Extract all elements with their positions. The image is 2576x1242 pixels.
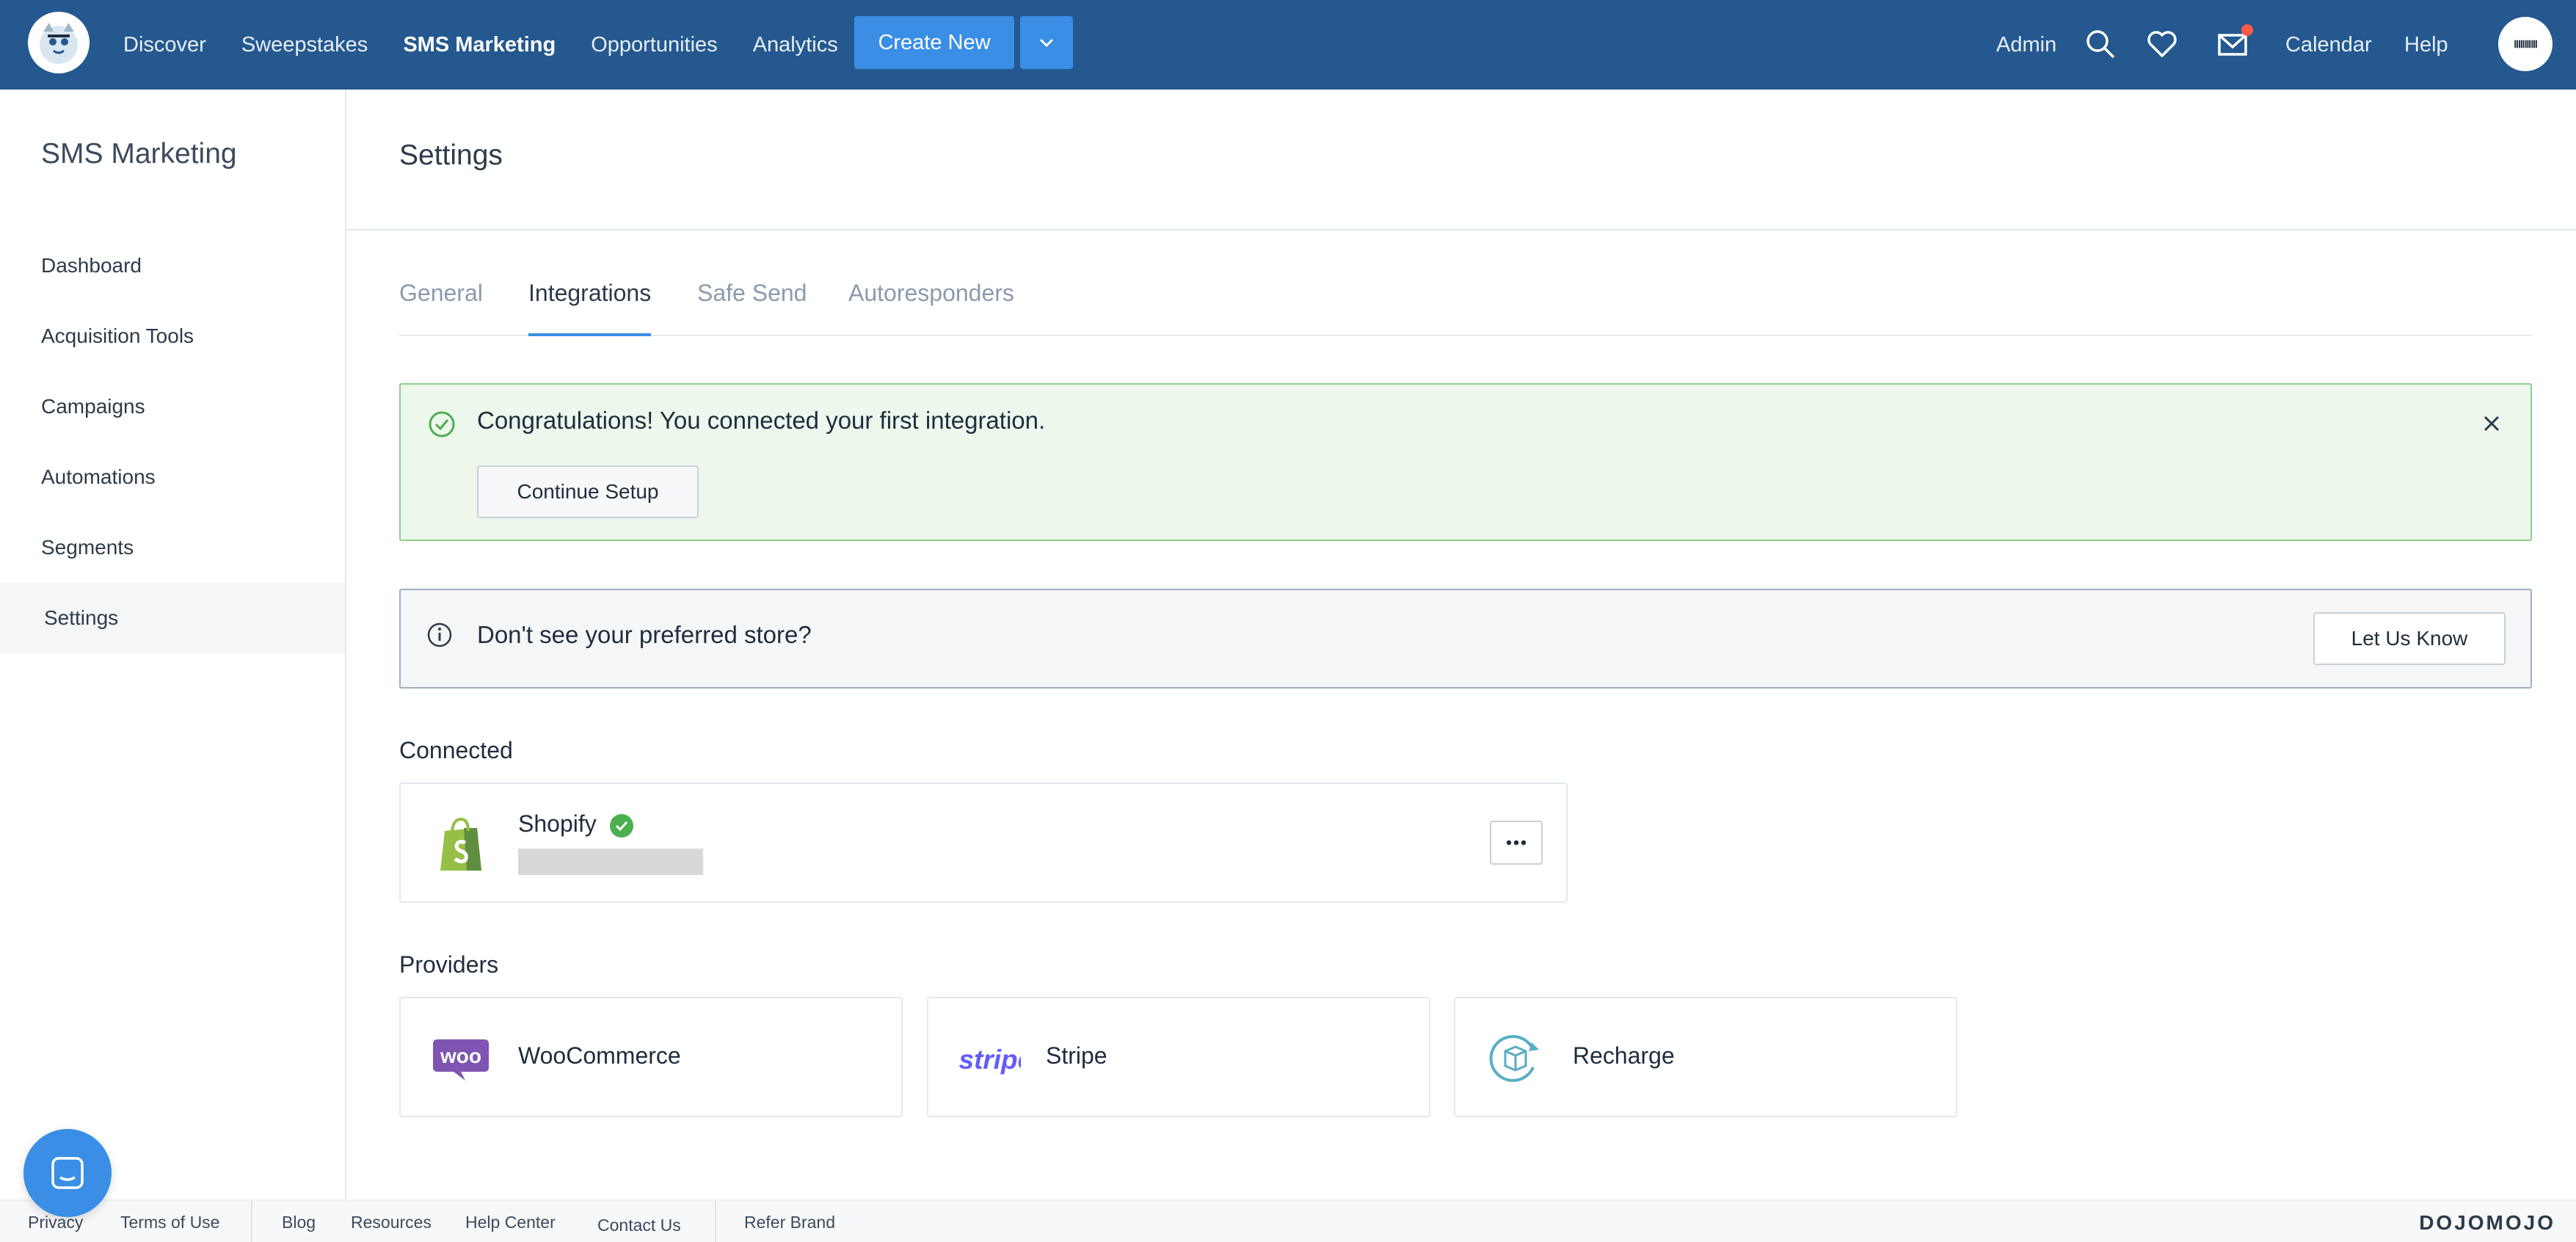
provider-name: WooCommerce bbox=[518, 1042, 681, 1069]
provider-name: Recharge bbox=[1573, 1042, 1675, 1069]
provider-name: Stripe bbox=[1046, 1042, 1107, 1069]
primary-nav-links: Discover Sweepstakes SMS Marketing Oppor… bbox=[123, 0, 873, 90]
footer-link-contact[interactable]: Contact Us bbox=[597, 1216, 681, 1235]
nav-link-opportunities[interactable]: Opportunities bbox=[591, 33, 718, 57]
provider-card-recharge[interactable]: Recharge bbox=[1454, 997, 1957, 1117]
tab-safe-send[interactable]: Safe Send bbox=[697, 277, 807, 336]
connected-check-icon bbox=[610, 814, 633, 838]
footer-link-blog[interactable]: Blog bbox=[282, 1213, 316, 1232]
footer-link-terms[interactable]: Terms of Use bbox=[120, 1213, 219, 1232]
footer-link-refer-brand[interactable]: Refer Brand bbox=[744, 1213, 835, 1232]
sidebar-item-campaigns[interactable]: Campaigns bbox=[0, 371, 345, 442]
providers-heading: Providers bbox=[399, 951, 499, 978]
chat-icon bbox=[51, 1157, 84, 1189]
sidebar-item-settings[interactable]: Settings bbox=[0, 583, 345, 653]
avatar[interactable]: ⅡⅢⅢⅢ bbox=[2498, 17, 2553, 71]
notification-dot bbox=[2241, 24, 2253, 36]
footer-divider bbox=[715, 1201, 716, 1242]
sidebar-item-dashboard[interactable]: Dashboard bbox=[0, 230, 345, 301]
nav-link-sweepstakes[interactable]: Sweepstakes bbox=[241, 33, 368, 57]
footer-link-resources[interactable]: Resources bbox=[351, 1213, 432, 1232]
connected-integration-name: Shopify bbox=[518, 810, 597, 837]
connected-heading: Connected bbox=[399, 737, 513, 763]
tab-autoresponders[interactable]: Autoresponders bbox=[848, 277, 1014, 336]
search-icon[interactable] bbox=[2083, 26, 2118, 62]
success-banner: Congratulations! You connected your firs… bbox=[399, 383, 2532, 541]
nav-link-admin[interactable]: Admin bbox=[1996, 0, 2056, 90]
svg-text:woo: woo bbox=[440, 1045, 481, 1067]
nav-link-analytics[interactable]: Analytics bbox=[753, 33, 838, 57]
header-divider bbox=[346, 229, 2576, 230]
shopify-logo-icon bbox=[440, 817, 481, 871]
woocommerce-logo-icon: woo bbox=[433, 1039, 489, 1081]
page-title: Settings bbox=[399, 139, 503, 171]
create-new-dropdown-button[interactable] bbox=[1020, 16, 1073, 69]
provider-card-woocommerce[interactable]: woo WooCommerce bbox=[399, 997, 903, 1117]
nav-link-discover[interactable]: Discover bbox=[123, 33, 206, 57]
more-options-button[interactable] bbox=[1490, 821, 1543, 865]
close-icon[interactable] bbox=[2479, 411, 2504, 436]
ellipsis-icon bbox=[1506, 840, 1527, 846]
check-circle-icon bbox=[429, 411, 455, 437]
chat-launcher-button[interactable] bbox=[23, 1129, 112, 1217]
heart-icon[interactable] bbox=[2144, 26, 2180, 62]
provider-card-stripe[interactable]: stripe Stripe bbox=[927, 997, 1430, 1117]
sidebar: SMS Marketing Dashboard Acquisition Tool… bbox=[0, 90, 346, 1242]
info-banner: Don't see your preferred store? Let Us K… bbox=[399, 589, 2532, 689]
tab-integrations[interactable]: Integrations bbox=[528, 277, 652, 336]
footer-link-help-center[interactable]: Help Center bbox=[465, 1213, 556, 1232]
stripe-logo-icon: stripe bbox=[959, 1045, 1021, 1075]
nav-link-sms-marketing[interactable]: SMS Marketing bbox=[403, 33, 556, 57]
nav-link-calendar[interactable]: Calendar bbox=[2285, 0, 2372, 90]
let-us-know-button[interactable]: Let Us Know bbox=[2313, 612, 2506, 665]
footer: Privacy Terms of Use Blog Resources Help… bbox=[0, 1199, 2576, 1242]
recharge-logo-icon bbox=[1489, 1035, 1539, 1082]
settings-tabs: General Integrations Safe Send Autorespo… bbox=[399, 277, 2532, 336]
svg-text:stripe: stripe bbox=[959, 1045, 1021, 1075]
info-icon bbox=[427, 622, 452, 647]
top-navigation-bar: Discover Sweepstakes SMS Marketing Oppor… bbox=[0, 0, 2576, 90]
dojomojo-logo[interactable] bbox=[28, 12, 90, 73]
sidebar-item-automations[interactable]: Automations bbox=[0, 442, 345, 512]
redacted-store-url bbox=[518, 849, 703, 875]
success-message: Congratulations! You connected your firs… bbox=[477, 407, 1046, 434]
continue-setup-button[interactable]: Continue Setup bbox=[477, 465, 699, 518]
connected-integration-card: Shopify bbox=[399, 782, 1568, 903]
info-message: Don't see your preferred store? bbox=[477, 621, 812, 648]
footer-divider bbox=[251, 1201, 252, 1242]
sidebar-item-acquisition-tools[interactable]: Acquisition Tools bbox=[0, 301, 345, 371]
footer-brand-logo: DOJOMOJO bbox=[2419, 1211, 2555, 1234]
chevron-down-icon bbox=[1039, 38, 1054, 48]
nav-link-help[interactable]: Help bbox=[2404, 0, 2448, 90]
create-new-button[interactable]: Create New bbox=[854, 16, 1014, 69]
tab-general[interactable]: General bbox=[399, 277, 483, 336]
sidebar-item-segments[interactable]: Segments bbox=[0, 512, 345, 583]
sidebar-title: SMS Marketing bbox=[41, 138, 237, 170]
